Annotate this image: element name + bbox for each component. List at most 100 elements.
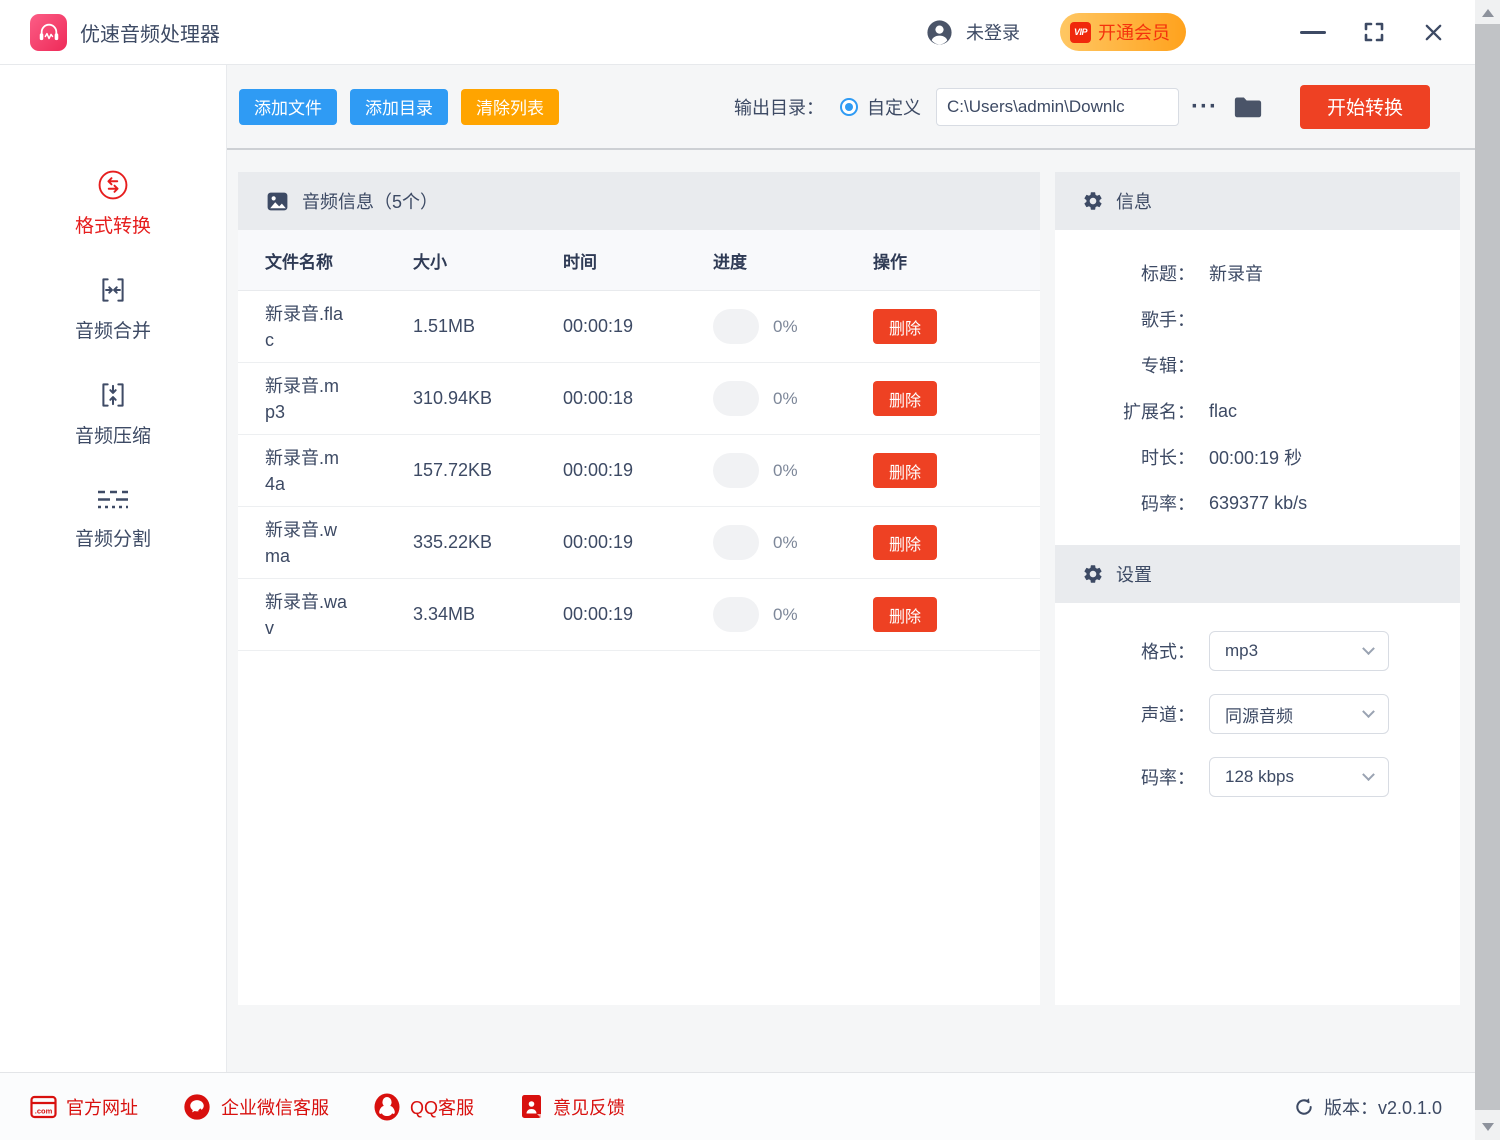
open-vip-button[interactable]: VIP 开通会员	[1060, 13, 1186, 51]
bitrate-select[interactable]: 128 kbps	[1209, 757, 1389, 797]
table-header: 文件名称 大小 时间 进度 操作	[238, 230, 1040, 291]
setting-channel: 声道： 同源音频	[1055, 694, 1460, 734]
gear-icon	[1082, 190, 1104, 212]
sidebar-item-format-convert[interactable]: 格式转换	[0, 169, 226, 238]
format-select[interactable]: mp3	[1209, 631, 1389, 671]
delete-button[interactable]: 删除	[873, 525, 937, 560]
window-scrollbar[interactable]	[1475, 0, 1500, 1140]
output-dir-group: 输出目录： 自定义 ··· 开始转换	[734, 85, 1430, 129]
info-field-duration: 时长： 00:00:19 秒	[1055, 434, 1460, 480]
file-panel-title: 音频信息（5个）	[302, 188, 438, 214]
delete-button[interactable]: 删除	[873, 453, 937, 488]
add-folder-button[interactable]: 添加目录	[350, 89, 448, 125]
output-path-input[interactable]	[936, 88, 1179, 126]
file-list-panel: 音频信息（5个） 文件名称 大小 时间 进度 操作 新录音.flac 1.51M…	[238, 172, 1040, 1005]
table-row[interactable]: 新录音.wav 3.34MB 00:00:19 0% 删除	[238, 579, 1040, 651]
progress-indicator	[713, 309, 759, 344]
settings-fields: 格式： mp3 声道： 同源音频 码率： 128 kbps	[1055, 603, 1460, 797]
minimize-button[interactable]	[1300, 31, 1326, 34]
progress-value: 0%	[773, 461, 798, 481]
table-row[interactable]: 新录音.m4a 157.72KB 00:00:19 0% 删除	[238, 435, 1040, 507]
format-label: 格式：	[1055, 638, 1195, 664]
website-icon: .com	[30, 1095, 57, 1119]
custom-radio[interactable]	[840, 98, 858, 116]
sidebar-item-label: 音频压缩	[75, 421, 151, 448]
version-info: 版本：v2.0.1.0	[1293, 1094, 1442, 1120]
menu-button[interactable]	[1234, 22, 1264, 43]
scroll-up-arrow[interactable]	[1482, 9, 1494, 17]
progress-indicator	[713, 525, 759, 560]
progress-value: 0%	[773, 389, 798, 409]
toolbar: 添加文件 添加目录 清除列表 输出目录： 自定义 ··· 开始转换	[227, 65, 1500, 150]
audio-split-icon	[95, 484, 131, 514]
format-convert-icon	[97, 169, 129, 201]
file-size: 335.22KB	[413, 532, 563, 553]
file-time: 00:00:19	[563, 532, 713, 553]
feedback-icon	[518, 1093, 544, 1121]
add-file-button[interactable]: 添加文件	[239, 89, 337, 125]
sidebar-item-label: 音频合并	[75, 316, 151, 343]
clear-list-button[interactable]: 清除列表	[461, 89, 559, 125]
info-panel-header: 信息	[1055, 172, 1460, 230]
start-convert-button[interactable]: 开始转换	[1300, 85, 1430, 129]
audio-compress-icon	[97, 379, 129, 411]
feedback-link[interactable]: 意见反馈	[518, 1093, 625, 1121]
folder-icon	[1233, 94, 1263, 120]
maximize-button[interactable]	[1362, 20, 1386, 44]
file-name: 新录音.m4a	[265, 445, 347, 497]
svg-text:.com: .com	[35, 1106, 53, 1115]
wechat-icon	[182, 1092, 212, 1122]
delete-button[interactable]: 删除	[873, 381, 937, 416]
chevron-down-icon	[1362, 768, 1375, 781]
main-area: 音频信息（5个） 文件名称 大小 时间 进度 操作 新录音.flac 1.51M…	[227, 150, 1500, 1072]
maximize-icon	[1362, 20, 1386, 44]
file-time: 00:00:19	[563, 604, 713, 625]
close-icon	[1422, 21, 1445, 44]
chevron-down-icon	[1362, 642, 1375, 655]
column-header-size: 大小	[413, 248, 563, 273]
scrollbar-thumb[interactable]	[1475, 24, 1500, 1110]
delete-button[interactable]: 删除	[873, 597, 937, 632]
settings-panel-title: 设置	[1116, 561, 1152, 587]
file-name: 新录音.flac	[265, 301, 347, 353]
output-dir-label: 输出目录：	[734, 94, 824, 120]
qq-support-link[interactable]: QQ客服	[373, 1092, 474, 1122]
footer: .com 官方网址 企业微信客服 QQ客服 意见反馈	[0, 1072, 1500, 1140]
sidebar-item-label: 格式转换	[75, 211, 151, 238]
sidebar-item-audio-compress[interactable]: 音频压缩	[0, 379, 226, 448]
table-row[interactable]: 新录音.flac 1.51MB 00:00:19 0% 删除	[238, 291, 1040, 363]
channel-select[interactable]: 同源音频	[1209, 694, 1389, 734]
channel-label: 声道：	[1055, 701, 1195, 727]
file-size: 1.51MB	[413, 316, 563, 337]
file-name: 新录音.wma	[265, 517, 347, 569]
info-field-title: 标题： 新录音	[1055, 250, 1460, 296]
gear-icon	[1082, 563, 1104, 585]
official-website-link[interactable]: .com 官方网址	[30, 1094, 138, 1120]
window-controls	[1234, 20, 1445, 44]
column-header-name: 文件名称	[265, 248, 413, 273]
wechat-support-link[interactable]: 企业微信客服	[182, 1092, 329, 1122]
sidebar-item-audio-merge[interactable]: 音频合并	[0, 274, 226, 343]
open-folder-button[interactable]	[1233, 94, 1263, 120]
browse-more-button[interactable]: ···	[1191, 97, 1218, 117]
close-button[interactable]	[1422, 21, 1445, 44]
file-size: 3.34MB	[413, 604, 563, 625]
login-status-label: 未登录	[966, 19, 1020, 45]
scroll-down-arrow[interactable]	[1482, 1123, 1494, 1131]
column-header-progress: 进度	[713, 248, 873, 273]
sidebar: 格式转换 音频合并 音频压缩 音频分割	[0, 65, 227, 1072]
sidebar-item-audio-split[interactable]: 音频分割	[0, 484, 226, 551]
progress-value: 0%	[773, 533, 798, 553]
info-field-bitrate: 码率： 639377 kb/s	[1055, 480, 1460, 526]
delete-button[interactable]: 删除	[873, 309, 937, 344]
refresh-icon[interactable]	[1293, 1096, 1315, 1118]
info-fields: 标题： 新录音 歌手： 专辑： 扩展名： flac 时长： 00:00:19 秒…	[1055, 230, 1460, 545]
table-row[interactable]: 新录音.wma 335.22KB 00:00:19 0% 删除	[238, 507, 1040, 579]
minimize-icon	[1300, 31, 1326, 34]
headphones-icon	[36, 19, 62, 45]
file-size: 157.72KB	[413, 460, 563, 481]
bitrate-label: 码率：	[1055, 764, 1195, 790]
table-row[interactable]: 新录音.mp3 310.94KB 00:00:18 0% 删除	[238, 363, 1040, 435]
progress-value: 0%	[773, 605, 798, 625]
login-status[interactable]: 未登录	[925, 18, 1020, 47]
